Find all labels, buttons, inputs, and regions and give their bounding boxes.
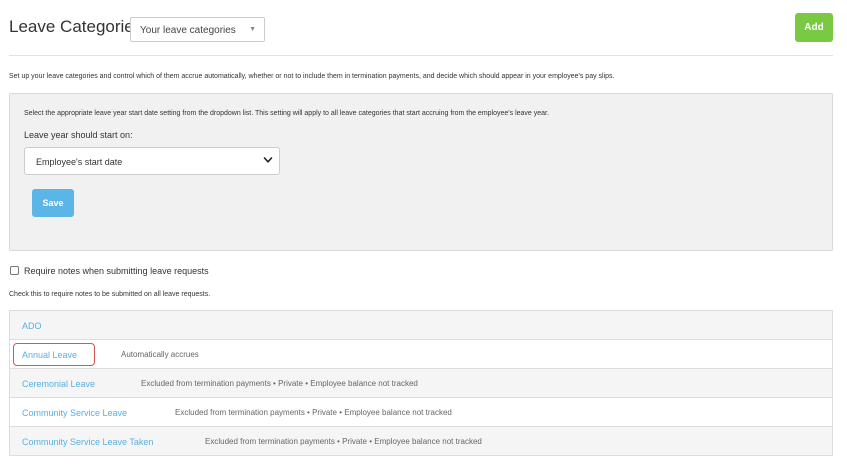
category-filter-value: Your leave categories xyxy=(140,25,236,36)
category-details: Excluded from termination payments • Pri… xyxy=(141,379,418,388)
category-details: Automatically accrues xyxy=(121,350,199,359)
add-button[interactable]: Add xyxy=(795,13,833,42)
category-details: Excluded from termination payments • Pri… xyxy=(205,437,482,446)
leave-year-settings-panel: Select the appropriate leave year start … xyxy=(9,93,833,251)
list-item: ADO xyxy=(10,311,832,340)
category-link-annual-leave[interactable]: Annual Leave xyxy=(22,350,77,360)
list-item: Community Service Leave Taken Excluded f… xyxy=(10,427,832,456)
caret-down-icon: ▼ xyxy=(249,26,256,33)
category-link-community-service-leave[interactable]: Community Service Leave xyxy=(22,408,127,418)
leave-category-filter-dropdown[interactable]: Your leave categories ▼ xyxy=(130,17,265,42)
list-item: Community Service Leave Excluded from te… xyxy=(10,398,832,427)
require-notes-checkbox[interactable] xyxy=(10,266,19,275)
category-link-ado[interactable]: ADO xyxy=(22,321,42,331)
chevron-down-icon xyxy=(263,157,273,163)
list-item: Annual Leave Automatically accrues xyxy=(10,340,832,369)
page-header: Leave Categories Your leave categories ▼… xyxy=(9,13,833,44)
leave-year-start-select[interactable]: Employee's start date xyxy=(24,147,280,175)
intro-text: Set up your leave categories and control… xyxy=(9,73,615,80)
header-divider xyxy=(9,55,833,56)
category-link-community-service-leave-taken[interactable]: Community Service Leave Taken xyxy=(22,437,153,447)
require-notes-help-text: Check this to require notes to be submit… xyxy=(9,291,211,298)
category-link-ceremonial-leave[interactable]: Ceremonial Leave xyxy=(22,379,95,389)
list-item: Ceremonial Leave Excluded from terminati… xyxy=(10,369,832,398)
leave-year-help-text: Select the appropriate leave year start … xyxy=(24,110,549,117)
save-button[interactable]: Save xyxy=(32,189,74,217)
require-notes-label[interactable]: Require notes when submitting leave requ… xyxy=(24,266,209,276)
category-details: Excluded from termination payments • Pri… xyxy=(175,408,452,417)
leave-year-selected-value: Employee's start date xyxy=(36,157,123,167)
leave-year-label: Leave year should start on: xyxy=(24,130,133,140)
leave-category-list: ADO Annual Leave Automatically accrues C… xyxy=(9,310,833,456)
page-title: Leave Categories xyxy=(9,17,143,36)
